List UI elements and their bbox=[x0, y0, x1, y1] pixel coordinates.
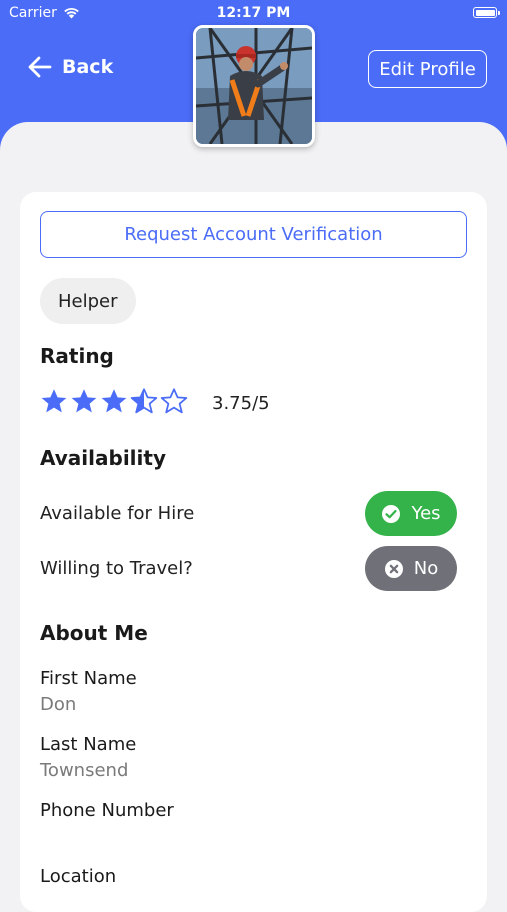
role-badge: Helper bbox=[40, 278, 136, 324]
star-filled-icon bbox=[41, 389, 67, 413]
location-label: Location bbox=[40, 866, 117, 887]
back-label: Back bbox=[62, 56, 114, 78]
rating-stars bbox=[40, 388, 188, 415]
request-verification-button[interactable]: Request Account Verification bbox=[40, 211, 467, 258]
star-half-icon bbox=[130, 388, 158, 414]
arrow-left-icon bbox=[28, 56, 52, 78]
back-button[interactable]: Back bbox=[28, 56, 113, 78]
about-me-heading: About Me bbox=[40, 621, 148, 645]
x-circle-icon bbox=[384, 559, 403, 578]
battery-icon bbox=[473, 7, 500, 18]
status-bar: Carrier 12:17 PM bbox=[0, 0, 507, 28]
last-name-label: Last Name bbox=[40, 734, 137, 755]
clock: 12:17 PM bbox=[216, 5, 291, 21]
willing-to-travel-label: Willing to Travel? bbox=[40, 558, 193, 579]
willing-to-travel-toggle[interactable]: No bbox=[365, 546, 457, 591]
first-name-label: First Name bbox=[40, 668, 137, 689]
rating-heading: Rating bbox=[40, 344, 114, 368]
last-name-value: Townsend bbox=[40, 760, 129, 781]
travel-status: No bbox=[413, 558, 439, 579]
profile-card: Request Account Verification Helper Rati… bbox=[20, 192, 487, 912]
check-circle-icon bbox=[382, 504, 401, 523]
star-empty-icon bbox=[160, 388, 188, 414]
available-for-hire-toggle[interactable]: Yes bbox=[365, 491, 457, 536]
worker-photo-image bbox=[196, 28, 312, 144]
profile-photo[interactable] bbox=[193, 25, 315, 147]
phone-number-label: Phone Number bbox=[40, 800, 174, 821]
edit-profile-button[interactable]: Edit Profile bbox=[368, 50, 487, 88]
available-for-hire-label: Available for Hire bbox=[40, 503, 195, 524]
star-filled-icon bbox=[71, 389, 97, 413]
star-filled-icon bbox=[101, 389, 127, 413]
rating-score: 3.75/5 bbox=[212, 393, 270, 414]
availability-heading: Availability bbox=[40, 446, 166, 470]
first-name-value: Don bbox=[40, 694, 77, 715]
available-status: Yes bbox=[411, 503, 441, 524]
